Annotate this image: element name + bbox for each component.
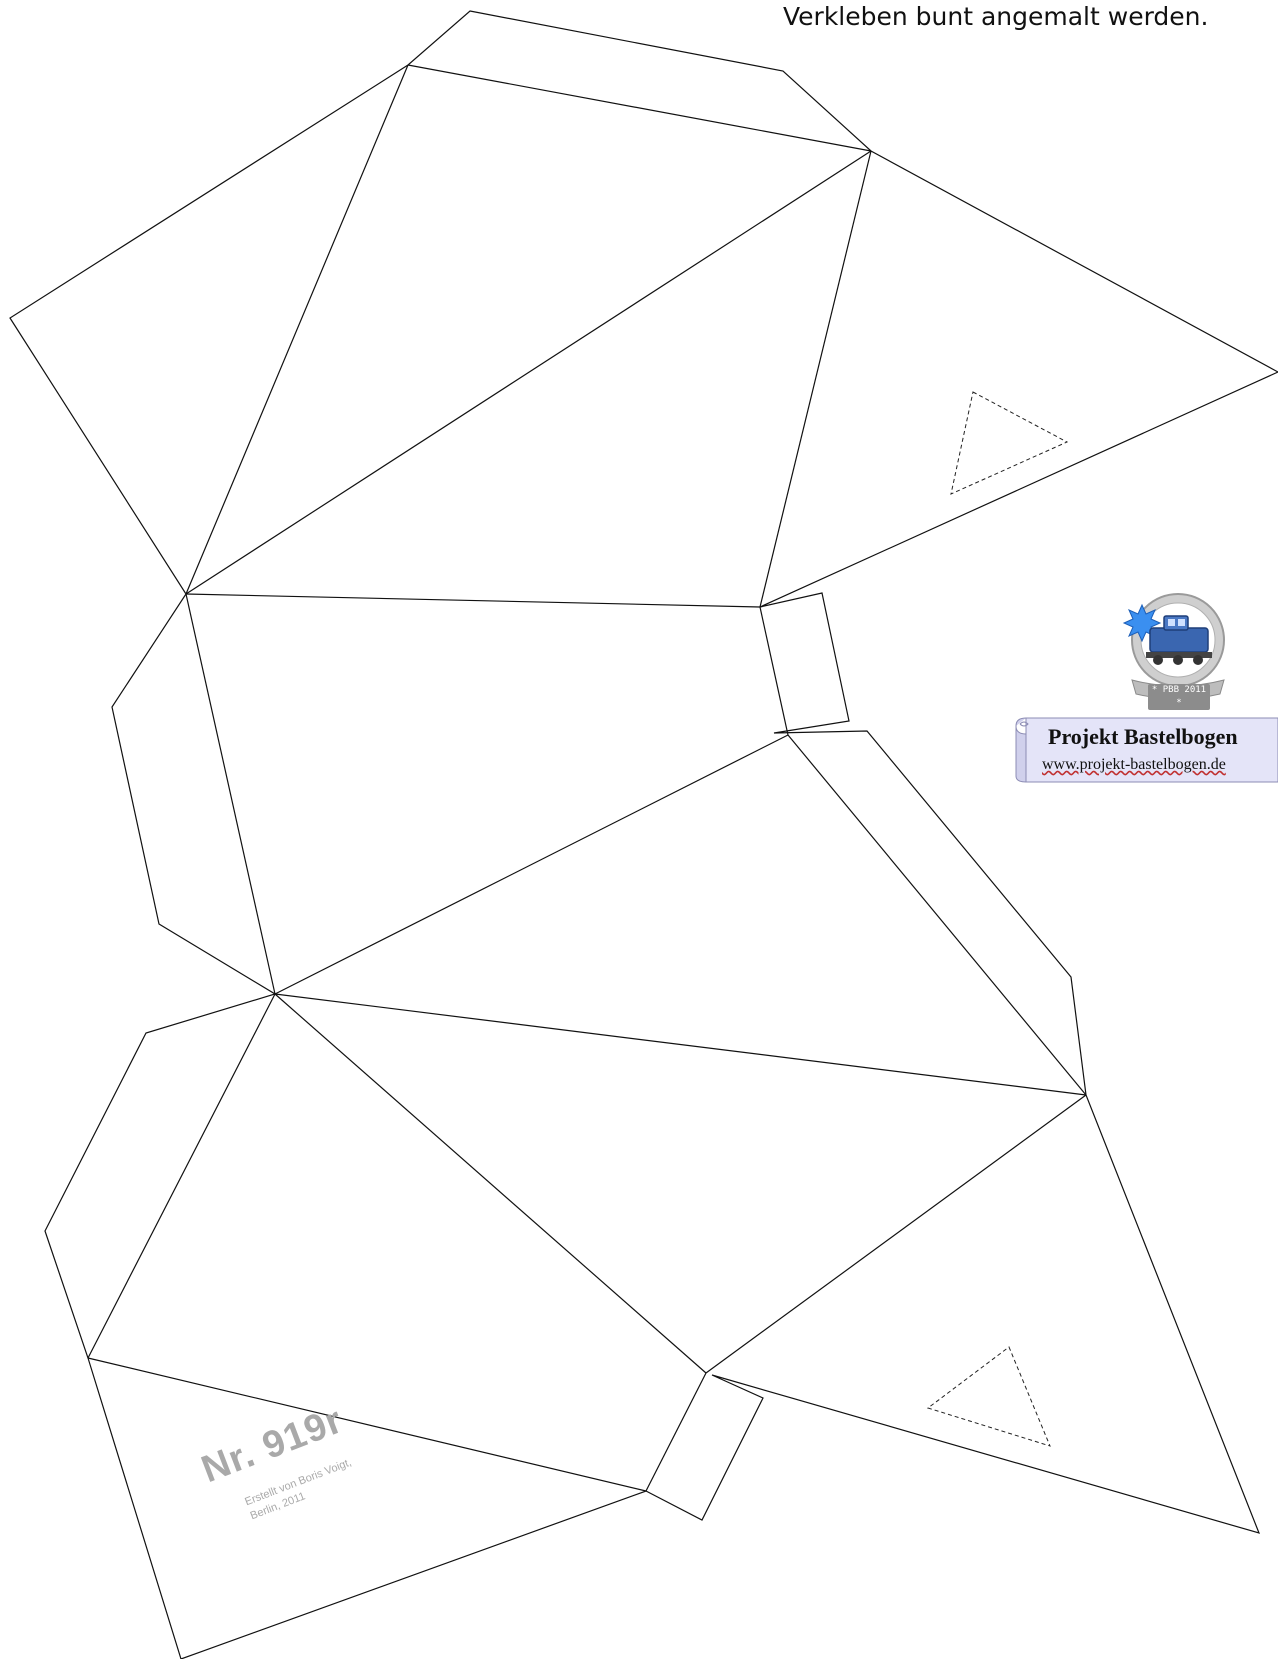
glue-marker-top bbox=[950, 391, 1069, 495]
fold-lines bbox=[87, 64, 1087, 1492]
logo-badge: * PBB 2011 * bbox=[1148, 684, 1210, 710]
banner-url-link[interactable]: www.projekt-bastelbogen.de bbox=[1042, 756, 1226, 774]
polyhedron-net bbox=[9, 10, 1278, 1659]
projekt-bastelbogen-banner: Projekt Bastelbogen www.projekt-bastelbo… bbox=[1012, 714, 1278, 786]
banner-title: Projekt Bastelbogen bbox=[1048, 724, 1238, 749]
pbb-logo: * PBB 2011 * bbox=[1120, 588, 1230, 710]
net-outline bbox=[9, 10, 1278, 1659]
glue-marker-bottom bbox=[926, 1346, 1051, 1447]
papercraft-sheet: Verkleben bunt angemalt werden. Nr. 919r… bbox=[0, 0, 1278, 1659]
